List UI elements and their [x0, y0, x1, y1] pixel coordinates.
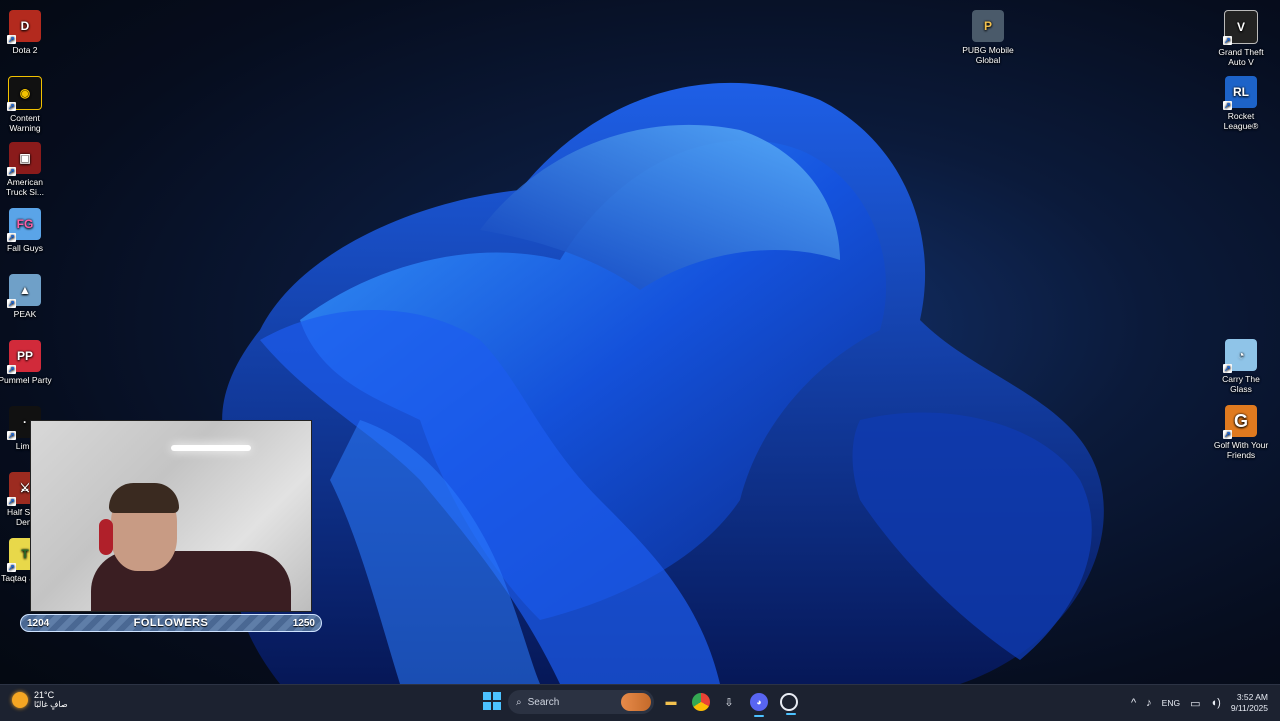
search-label: Search — [527, 696, 560, 708]
discord-icon[interactable]: ◕ — [750, 693, 768, 717]
desktop-icon-label: Content Warning — [9, 113, 41, 133]
streamer-hair — [109, 483, 179, 513]
golf-with-friends-icon: G ↗ — [1223, 405, 1257, 439]
desktop-icon-fall-guys[interactable]: FG ↗ Fall Guys — [0, 208, 53, 253]
system-tray: ^ ♪ ENG ▭ ◖) 3:52 AM 9/11/2025 — [1131, 685, 1268, 721]
taskbar-search[interactable]: ⌕ Search — [508, 690, 654, 714]
followers-current: 1204 — [27, 617, 50, 629]
desktop-icon-label: Dota 2 — [12, 45, 38, 55]
weather-widget[interactable]: 21°C صافٍ غالبًا — [12, 690, 68, 709]
file-explorer-icon[interactable]: ▬ — [662, 693, 680, 711]
desktop-icon-content-warning[interactable]: ◉ ↗ Content Warning — [0, 76, 53, 133]
weather-temp: 21°C — [34, 690, 55, 700]
carry-the-glass-icon: ◔ ↗ — [1223, 339, 1257, 373]
weather-desc: صافٍ غالبًا — [34, 700, 68, 709]
weather-sun-icon — [12, 691, 28, 708]
clock-time: 3:52 AM — [1236, 692, 1268, 702]
followers-goal-bar: 1204 FOLLOWERS 1250 — [20, 614, 322, 632]
american-truck-icon: ▣ ↗ — [7, 142, 41, 176]
followers-label: FOLLOWERS — [133, 617, 209, 629]
headset-icon — [99, 519, 113, 555]
desktop-icon-dota2[interactable]: D ↗ Dota 2 — [0, 10, 53, 55]
clock[interactable]: 3:52 AM 9/11/2025 — [1231, 692, 1268, 714]
chrome-icon[interactable] — [692, 693, 710, 711]
volume-icon[interactable]: ◖) — [1211, 697, 1221, 709]
chevron-up-icon[interactable]: ^ — [1131, 697, 1136, 709]
desktop-icon-american-truck[interactable]: ▣ ↗ American Truck Si... — [0, 142, 53, 197]
taskbar: 21°C صافٍ غالبًا ⌕ Search ▬ ⇩ ◕ ^ ♪ ENG … — [0, 684, 1280, 721]
network-icon[interactable]: ▭ — [1190, 697, 1200, 710]
clock-date: 9/11/2025 — [1230, 703, 1268, 713]
desktop-icon-label: Grand Theft Auto V — [1218, 47, 1264, 67]
pummel-party-icon: PP ↗ — [7, 340, 41, 374]
content-warning-icon: ◉ ↗ — [7, 76, 42, 111]
desktop-icon-gta-v[interactable]: V ↗ Grand Theft Auto V — [1213, 10, 1269, 67]
desktop-icon-carry-the-glass[interactable]: ◔ ↗ Carry The Glass — [1213, 339, 1269, 394]
steam-download-icon[interactable]: ⇩ — [720, 693, 738, 711]
desktop-icon-label: Carry The Glass — [1222, 374, 1260, 394]
desktop-icon-label: Pummel Party — [0, 375, 52, 385]
webcam-overlay — [30, 420, 312, 612]
search-highlight-icon — [621, 693, 651, 711]
pubg-mobile-icon: P — [972, 10, 1004, 42]
desktop-icon-golf-with-friends[interactable]: G ↗ Golf With Your Friends — [1213, 405, 1269, 460]
desktop-icon-pubg-mobile[interactable]: P PUBG Mobile Global — [960, 10, 1016, 65]
desktop-icon-label: PUBG Mobile Global — [962, 45, 1014, 65]
obs-icon[interactable] — [780, 693, 798, 715]
windows-logo-icon — [483, 692, 491, 700]
dota2-icon: D ↗ — [7, 10, 41, 44]
followers-goal: 1250 — [292, 617, 315, 629]
start-button[interactable] — [483, 692, 501, 710]
desktop-icon-label: American Truck Si... — [6, 177, 44, 197]
gta-v-icon: V ↗ — [1223, 10, 1258, 45]
desktop-icon-label: Golf With Your Friends — [1213, 440, 1269, 460]
microphone-icon[interactable]: ♪ — [1146, 697, 1152, 709]
desktop-icon-label: Rocket League® — [1223, 111, 1259, 131]
desktop-icon-pummel-party[interactable]: PP ↗ Pummel Party — [0, 340, 53, 385]
ceiling-light — [171, 445, 251, 451]
fall-guys-icon: FG ↗ — [7, 208, 41, 242]
rocket-league-icon: RL ↗ — [1223, 76, 1257, 110]
desktop-icon-rocket-league[interactable]: RL ↗ Rocket League® — [1213, 76, 1269, 131]
search-icon: ⌕ — [516, 696, 522, 708]
desktop-icon-peak[interactable]: ▲ ↗ PEAK — [0, 274, 53, 319]
desktop-icon-label: PEAK — [13, 309, 37, 319]
peak-icon: ▲ ↗ — [7, 274, 41, 308]
language-indicator[interactable]: ENG — [1162, 698, 1180, 708]
desktop-icon-label: Fall Guys — [7, 243, 43, 253]
